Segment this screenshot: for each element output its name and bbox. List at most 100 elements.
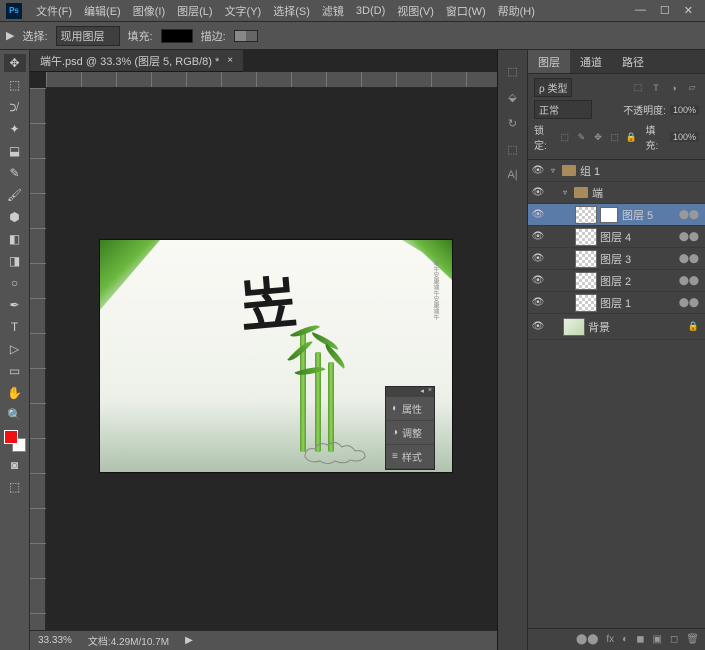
stroke-swatch[interactable] [234, 30, 258, 42]
path-tool[interactable]: ▷ [4, 340, 26, 358]
menu-edit[interactable]: 编辑(E) [78, 3, 127, 19]
lock-trans-icon[interactable]: ⬚ [559, 131, 572, 143]
group-icon[interactable]: ▣ [653, 634, 662, 645]
pen-tool[interactable]: ✒ [4, 296, 26, 314]
gradient-tool[interactable]: ◨ [4, 252, 26, 270]
menu-3d[interactable]: 3D(D) [350, 5, 391, 17]
strip-icon-5[interactable]: A| [504, 166, 522, 184]
fx-icon[interactable]: fx [606, 634, 614, 645]
shape-tool[interactable]: ▭ [4, 362, 26, 380]
menu-help[interactable]: 帮助(H) [492, 3, 541, 19]
status-arrow-icon[interactable]: ▶ [185, 635, 193, 646]
strip-icon-3[interactable]: ↻ [504, 114, 522, 132]
eyedropper-tool[interactable]: ✎ [4, 164, 26, 182]
filter-adjust-icon[interactable]: ◑ [667, 82, 681, 94]
fold-icon[interactable]: ▿ [548, 166, 558, 175]
adjustment-icon[interactable]: ◼ [636, 634, 644, 645]
zoom-tool[interactable]: 🔍 [4, 406, 26, 424]
select-dropdown[interactable]: 现用图层 [56, 26, 120, 46]
layer-row[interactable]: 👁▿端 [528, 182, 705, 204]
fold-icon[interactable]: ▿ [560, 188, 570, 197]
context-properties[interactable]: ◐属性 [386, 397, 434, 421]
menu-select[interactable]: 选择(S) [267, 3, 316, 19]
menu-image[interactable]: 图像(I) [127, 3, 171, 19]
blur-tool[interactable]: ○ [4, 274, 26, 292]
blend-mode[interactable]: 正常 [534, 100, 592, 119]
visibility-icon[interactable]: 👁 [528, 165, 548, 176]
visibility-icon[interactable]: 👁 [528, 321, 548, 332]
eraser-tool[interactable]: ◧ [4, 230, 26, 248]
menu-layer[interactable]: 图层(L) [171, 3, 218, 19]
color-swatches[interactable] [4, 430, 26, 452]
canvas[interactable]: 岦 端午安康端午安康端午 [46, 88, 497, 630]
stamp-tool[interactable]: ⬢ [4, 208, 26, 226]
brush-tool[interactable]: 🖌 [4, 186, 26, 204]
delete-icon[interactable]: 🗑 [686, 634, 699, 645]
strip-icon-2[interactable]: ⬙ [504, 88, 522, 106]
lock-all-icon[interactable]: 🔒 [625, 131, 638, 143]
hand-tool[interactable]: ✋ [4, 384, 26, 402]
align-icon-2[interactable] [665, 29, 679, 43]
layer-row[interactable]: 👁图层 4⬤⬤ [528, 226, 705, 248]
distribute-icon[interactable] [685, 29, 699, 43]
new-layer-icon[interactable]: ◻ [670, 634, 678, 645]
maximize-icon[interactable]: ☐ [660, 4, 670, 17]
layer-row[interactable]: 👁背景🔒 [528, 314, 705, 340]
foreground-color[interactable] [4, 430, 18, 444]
link-layers-icon[interactable]: ⬤⬤ [576, 634, 598, 645]
context-styles[interactable]: ≡样式 [386, 445, 434, 469]
marquee-tool[interactable]: ⬚ [4, 76, 26, 94]
layer-row[interactable]: 👁图层 3⬤⬤ [528, 248, 705, 270]
menu-file[interactable]: 文件(F) [30, 3, 78, 19]
popup-collapse-icon[interactable]: ◂ [420, 387, 424, 397]
type-tool[interactable]: T [4, 318, 26, 336]
zoom-level[interactable]: 33.33% [38, 635, 72, 646]
tab-channels[interactable]: 通道 [570, 50, 612, 73]
align-icon[interactable] [645, 29, 659, 43]
filter-type-icon[interactable]: T [649, 82, 663, 94]
screenmode-tool[interactable]: ⬚ [4, 478, 26, 496]
lock-pos-icon[interactable]: ✥ [592, 131, 605, 143]
filter-kind[interactable]: ρ 类型 [534, 78, 572, 97]
layer-row[interactable]: 👁图层 2⬤⬤ [528, 270, 705, 292]
layer-thumb [575, 272, 597, 290]
minimize-icon[interactable]: — [635, 4, 646, 17]
doc-size[interactable]: 文档:4.29M/10.7M [88, 633, 169, 648]
layer-row[interactable]: 👁▿组 1 [528, 160, 705, 182]
crop-tool[interactable]: ⬓ [4, 142, 26, 160]
tab-close-icon[interactable]: × [227, 55, 233, 66]
menu-view[interactable]: 视图(V) [391, 3, 440, 19]
strip-icon-4[interactable]: ⬚ [504, 140, 522, 158]
strip-icon-1[interactable]: ⬚ [504, 62, 522, 80]
visibility-icon[interactable]: 👁 [528, 209, 548, 220]
fill-opacity-value[interactable]: 100% [670, 132, 699, 142]
tab-layers[interactable]: 图层 [528, 50, 570, 73]
visibility-icon[interactable]: 👁 [528, 187, 548, 198]
move-tool[interactable]: ✥ [4, 54, 26, 72]
layer-row[interactable]: 👁图层 5⬤⬤ [528, 204, 705, 226]
filter-shape-icon[interactable]: ▱ [685, 82, 699, 94]
mask-icon[interactable]: ◐ [622, 634, 628, 645]
document-tab[interactable]: 端午.psd @ 33.3% (图层 5, RGB/8) * × [30, 50, 243, 72]
select-label: 选择: [22, 28, 47, 44]
lock-pixel-icon[interactable]: ✎ [575, 131, 588, 143]
fill-swatch[interactable] [161, 29, 193, 43]
visibility-icon[interactable]: 👁 [528, 297, 548, 308]
menu-type[interactable]: 文字(Y) [219, 3, 268, 19]
menu-filter[interactable]: 滤镜 [316, 3, 350, 19]
quickmask-tool[interactable]: ◙ [4, 456, 26, 474]
close-icon[interactable]: ✕ [684, 4, 693, 17]
lasso-tool[interactable]: ⟉ [4, 98, 26, 116]
visibility-icon[interactable]: 👁 [528, 253, 548, 264]
visibility-icon[interactable]: 👁 [528, 275, 548, 286]
wand-tool[interactable]: ✦ [4, 120, 26, 138]
filter-pixel-icon[interactable]: ⬚ [631, 82, 645, 94]
visibility-icon[interactable]: 👁 [528, 231, 548, 242]
layer-row[interactable]: 👁图层 1⬤⬤ [528, 292, 705, 314]
menu-window[interactable]: 窗口(W) [440, 3, 492, 19]
tab-paths[interactable]: 路径 [612, 50, 654, 73]
context-adjustments[interactable]: ◑调整 [386, 421, 434, 445]
opacity-value[interactable]: 100% [670, 105, 699, 115]
lock-nest-icon[interactable]: ⬚ [608, 131, 621, 143]
popup-close-icon[interactable]: × [428, 387, 432, 397]
